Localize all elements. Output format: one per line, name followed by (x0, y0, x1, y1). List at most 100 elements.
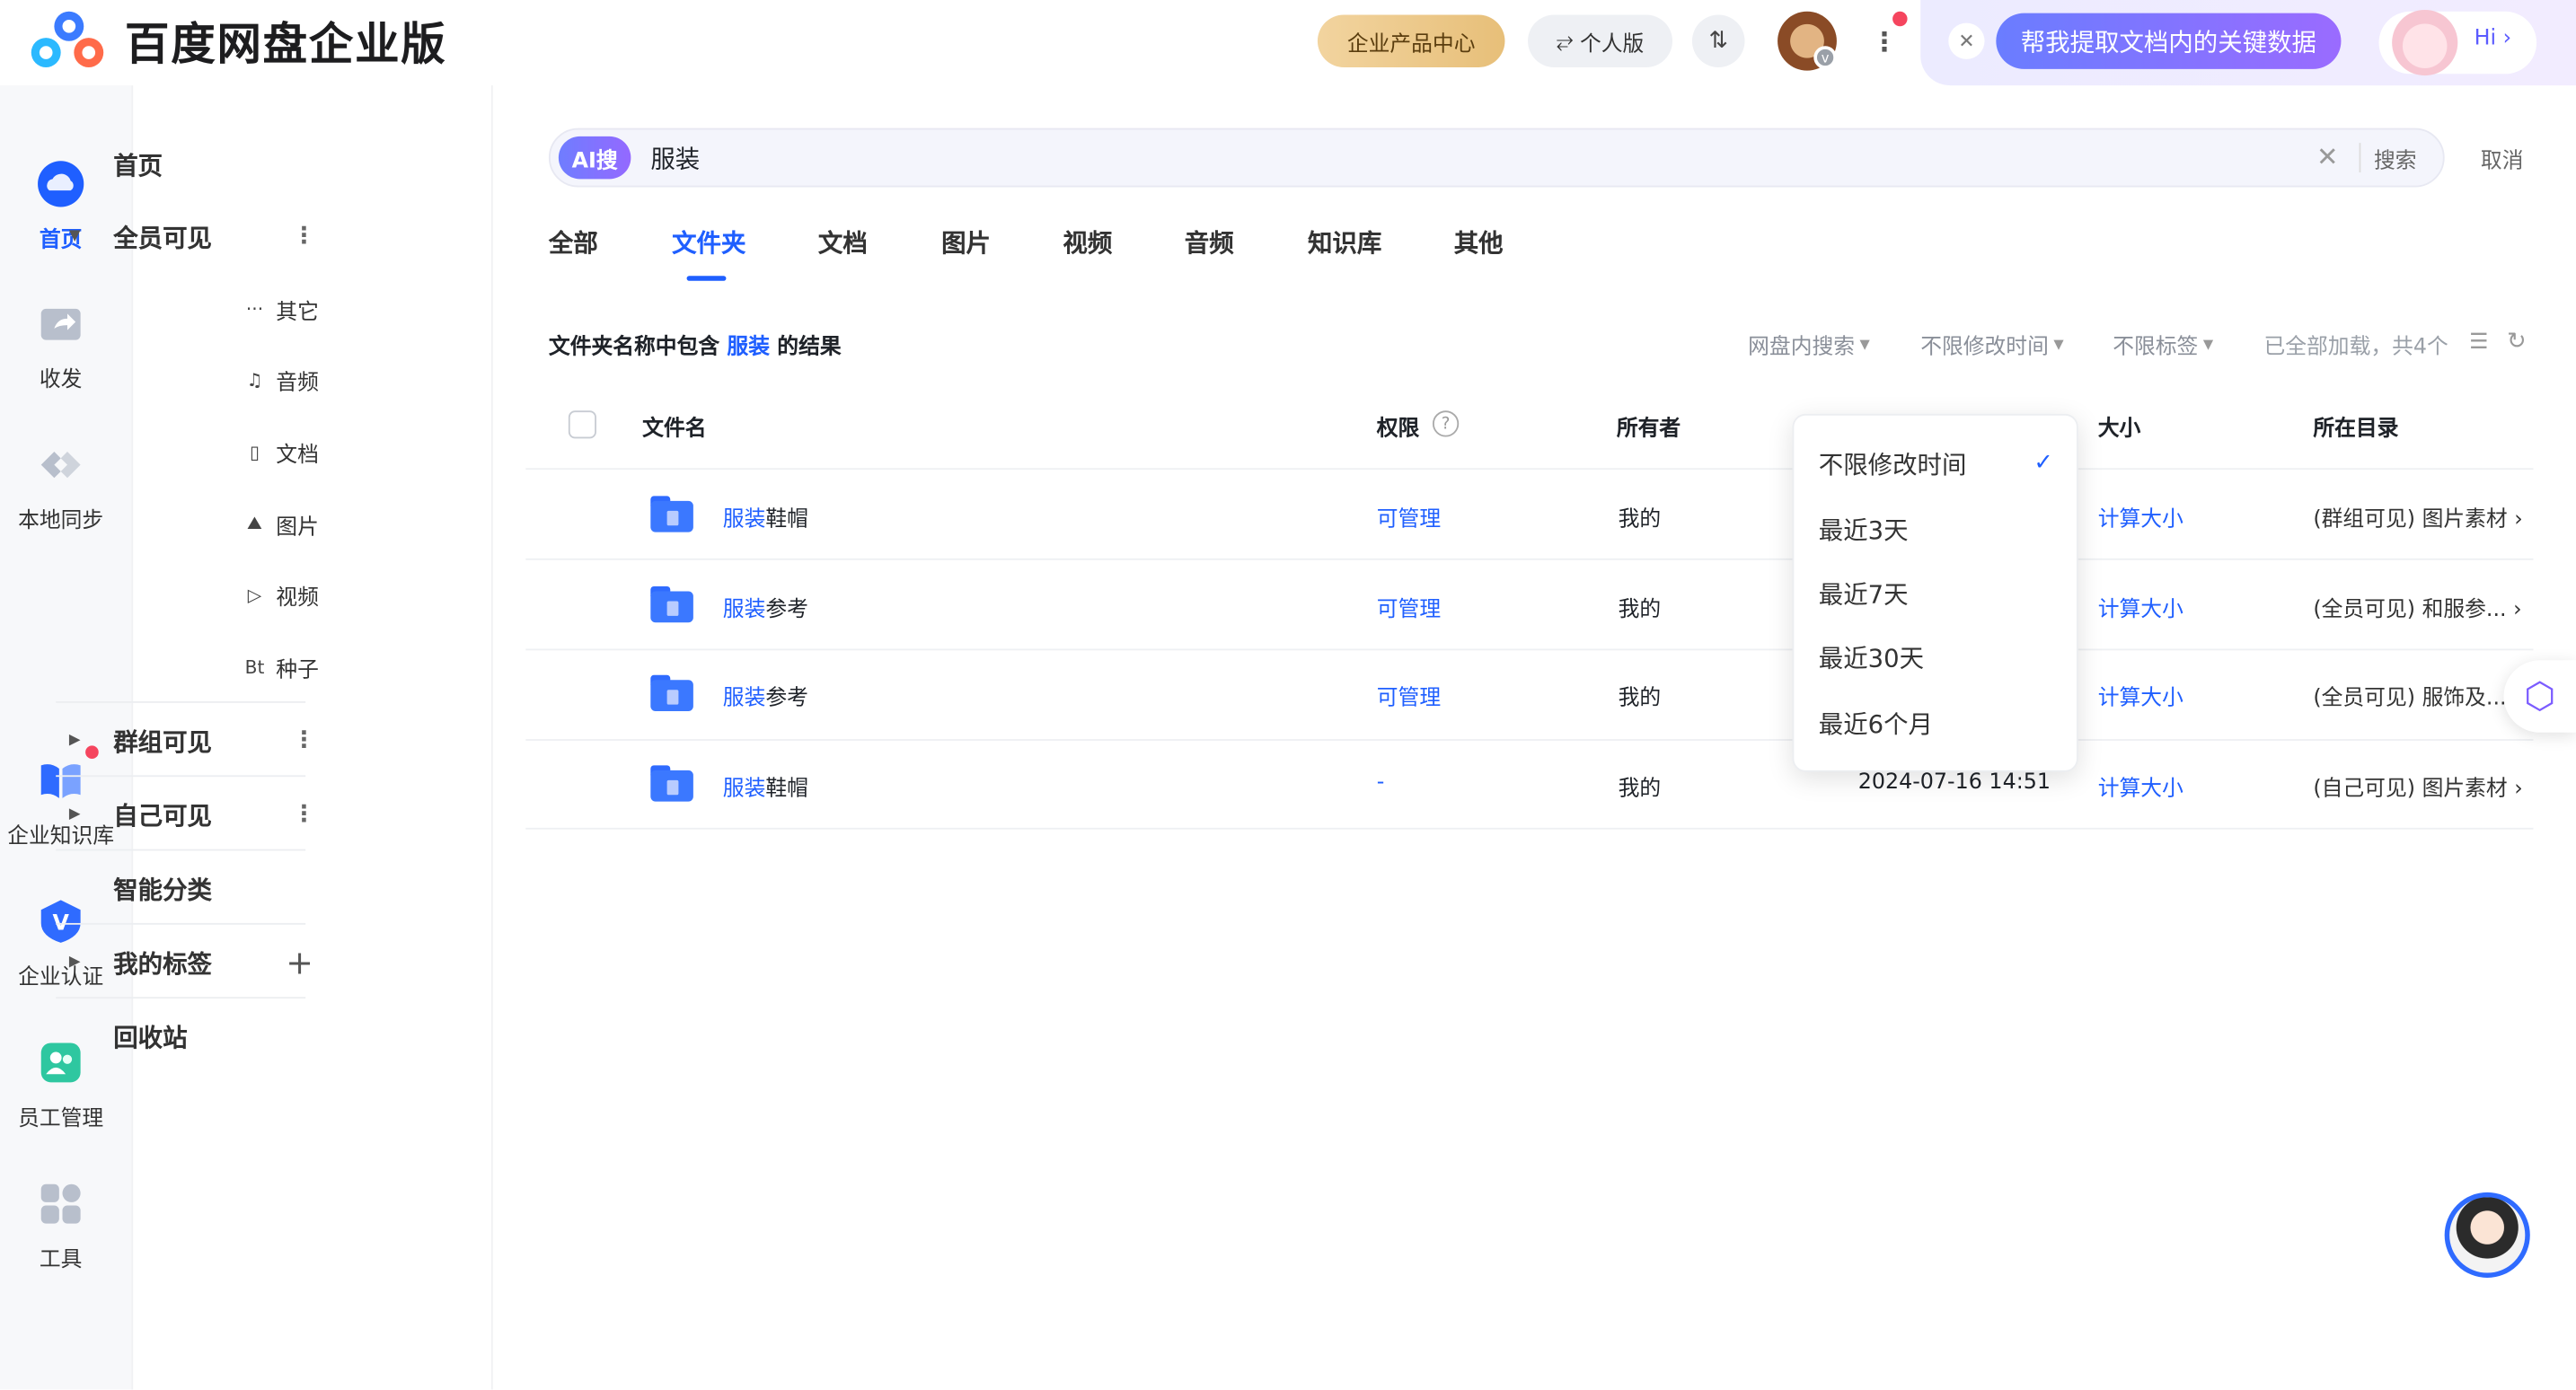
nav-sub-audio[interactable]: ♫ 音频 (243, 360, 319, 400)
rail-item-share[interactable]: 收发 (0, 299, 121, 392)
tab-other[interactable]: 其他 (1454, 225, 1504, 260)
rail-label-share: 收发 (39, 367, 83, 393)
baidu-netdisk-logo-icon[interactable] (26, 6, 111, 75)
search-bar[interactable] (548, 128, 2445, 188)
caret-right-icon[interactable]: ▶ (69, 733, 81, 749)
rail-item-sync[interactable]: 本地同步 (0, 440, 121, 533)
dropdown-option-3-days[interactable]: 最近3天 (1819, 513, 1909, 547)
tab-video[interactable]: 视频 (1063, 225, 1112, 260)
tab-document[interactable]: 文档 (818, 225, 868, 260)
calc-size-link[interactable]: 计算大小 (2098, 591, 2183, 622)
personal-edition-button[interactable]: ⥂ 个人版 (1528, 14, 1673, 67)
permission-cell[interactable]: 可管理 (1377, 501, 1441, 532)
nav-item-recycle[interactable]: 回收站 (56, 1000, 305, 1072)
rail-item-tools[interactable]: 工具 (0, 1179, 121, 1273)
list-view-icon[interactable]: ☰ (2469, 330, 2492, 355)
file-name-link[interactable]: 服装参考 (723, 680, 808, 711)
ai-hexagon-float-icon[interactable]: ⬡ (2503, 660, 2576, 733)
file-name-link[interactable]: 服装鞋帽 (722, 770, 808, 802)
nav-sub-image[interactable]: ⛰ 图片 (243, 505, 319, 544)
nav-item-home[interactable]: 首页 (56, 128, 305, 200)
tab-all[interactable]: 全部 (549, 225, 598, 260)
customer-service-avatar[interactable] (2444, 1192, 2530, 1279)
directory-link[interactable]: (全员可见) 服饰及... (2313, 680, 2506, 711)
nav-sub-label: 音频 (276, 370, 319, 395)
enterprise-center-button[interactable]: 企业产品中心 (1317, 14, 1505, 67)
tab-image[interactable]: 图片 (941, 225, 991, 260)
caret-right-icon[interactable]: ▶ (69, 806, 81, 823)
more-icon[interactable]: ⋮ (293, 224, 316, 250)
permission-cell[interactable]: 可管理 (1377, 680, 1441, 711)
ai-banner-close-button[interactable]: ✕ (1948, 22, 1985, 59)
calc-size-link[interactable]: 计算大小 (2098, 770, 2183, 801)
row-divider (525, 827, 2534, 830)
more-icon[interactable]: ⋮ (293, 727, 316, 753)
tab-folder[interactable]: 文件夹 (672, 225, 745, 260)
owner-cell: 我的 (1618, 507, 1662, 532)
dropdown-option-any-time[interactable]: 不限修改时间 (1819, 447, 1967, 481)
directory-link[interactable]: (群组可见) 图片素材 › (2313, 501, 2522, 532)
add-tag-icon[interactable]: + (286, 943, 313, 982)
notification-dot (1892, 11, 1908, 27)
tag-filter[interactable]: 不限标签 ▼ (2113, 329, 2213, 359)
header-directory: 所在目录 (2313, 417, 2399, 443)
nav-label-home: 首页 (113, 150, 163, 180)
refresh-icon[interactable]: ↻ (2507, 329, 2526, 355)
row-divider (525, 468, 2534, 471)
name-keyword: 服装 (722, 777, 766, 802)
caret-down-icon[interactable]: ▼ (69, 228, 81, 244)
file-name-link[interactable]: 服装鞋帽 (723, 501, 808, 532)
time-filter[interactable]: 不限修改时间 ▼ (1920, 329, 2063, 359)
search-input[interactable]: 服装 (650, 141, 700, 175)
result-suffix: 的结果 (770, 335, 842, 360)
calc-size-link[interactable]: 计算大小 (2098, 501, 2183, 532)
nav-label-recycle: 回收站 (113, 1022, 188, 1052)
transfer-button[interactable]: ⇅ (1691, 14, 1745, 67)
clear-search-icon[interactable]: ✕ (2316, 141, 2339, 172)
caret-right-icon[interactable]: ▶ (69, 955, 81, 971)
help-icon[interactable]: ? (1432, 410, 1460, 437)
nav-sub-label: 视频 (276, 585, 319, 611)
cancel-button[interactable]: 取消 (2481, 143, 2524, 173)
dropdown-option-7-days[interactable]: 最近7天 (1819, 576, 1909, 611)
header-owner: 所有者 (1616, 417, 1681, 443)
permission-cell[interactable]: - (1377, 770, 1385, 795)
name-keyword: 服装 (722, 686, 766, 711)
rail-label-staff: 员工管理 (18, 1106, 104, 1132)
dropdown-option-6-months[interactable]: 最近6个月 (1819, 707, 1933, 741)
assistant-mascot-icon (2392, 9, 2458, 76)
folder-icon (650, 585, 693, 623)
directory-link[interactable]: (自己可见) 图片素材 › (2313, 770, 2522, 801)
header-size[interactable]: 大小 (2098, 410, 2141, 442)
search-divider (2359, 143, 2361, 173)
more-icon[interactable]: ⋮ (293, 802, 316, 828)
owner-cell: 我的 (1618, 597, 1662, 623)
ai-prompt-button[interactable]: 帮我提取文档内的关键数据 (1996, 13, 2342, 69)
nav-item-tags[interactable]: ▶ 我的标签 + (56, 927, 313, 999)
directory-link[interactable]: (全员可见) 和服参... › (2313, 591, 2521, 622)
calc-size-link[interactable]: 计算大小 (2098, 680, 2183, 711)
permission-cell[interactable]: 可管理 (1377, 591, 1441, 622)
dropdown-option-30-days[interactable]: 最近30天 (1819, 640, 1924, 674)
scope-filter[interactable]: 网盘内搜索 ▼ (1748, 329, 1870, 359)
nav-sub-video[interactable]: ▷ 视频 (243, 575, 319, 614)
file-name-link[interactable]: 服装参考 (723, 591, 808, 622)
nav-sub-other[interactable]: ··· 其它 (243, 289, 319, 329)
ai-search-tag[interactable]: AI搜 (558, 136, 631, 180)
tab-audio[interactable]: 音频 (1185, 225, 1234, 260)
tab-knowledge[interactable]: 知识库 (1308, 225, 1381, 260)
nav-item-self-visible[interactable]: ▶ 自己可见 ⋮ (56, 779, 315, 850)
nav-item-group-visible[interactable]: ▶ 群组可见 ⋮ (56, 705, 315, 777)
nav-divider (56, 997, 306, 999)
nav-item-smart[interactable]: 智能分类 (56, 852, 305, 924)
nav-divider (56, 775, 306, 778)
more-menu-icon[interactable]: ⋮ (1871, 20, 1897, 63)
document-icon: ▯ (249, 441, 260, 462)
select-all-checkbox[interactable] (568, 410, 596, 439)
name-keyword: 服装 (722, 597, 766, 623)
header-filename[interactable]: 文件名 (642, 410, 706, 442)
nav-item-all-visible[interactable]: ▼ 全员可见 ⋮ (56, 200, 315, 272)
nav-sub-torrent[interactable]: Bt 种子 (243, 647, 319, 687)
search-button[interactable]: 搜索 (2374, 143, 2417, 173)
nav-sub-doc[interactable]: ▯ 文档 (243, 432, 319, 471)
